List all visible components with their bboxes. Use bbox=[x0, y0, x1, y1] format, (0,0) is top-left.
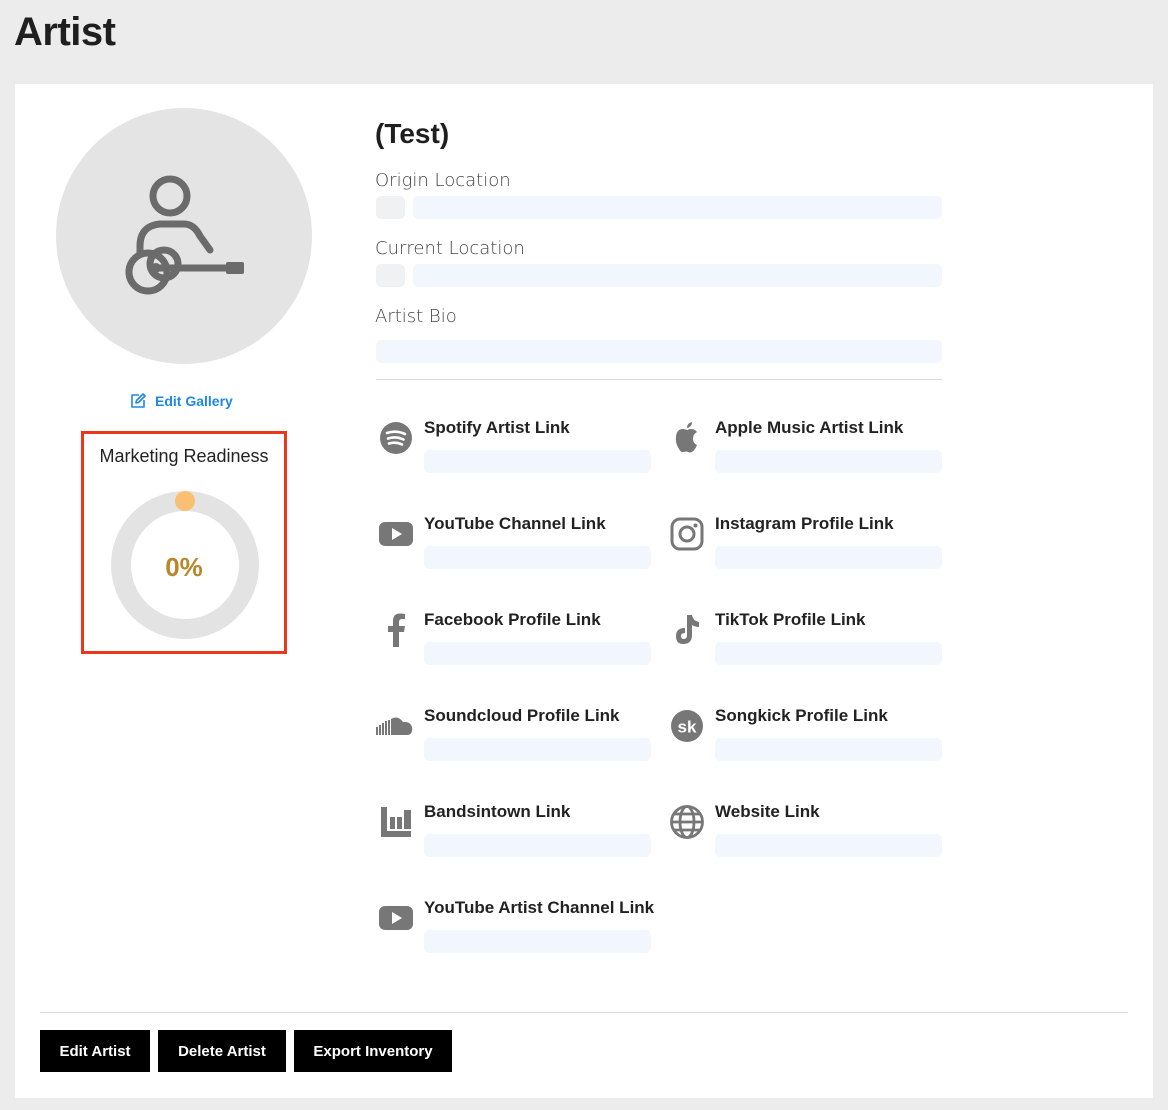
current-location-label: Current Location bbox=[375, 238, 525, 259]
songkick-link-label: Songkick Profile Link bbox=[715, 706, 888, 725]
artist-avatar bbox=[56, 108, 312, 364]
link-youtube-channel: YouTube Channel Link bbox=[376, 514, 656, 584]
guitarist-icon bbox=[125, 175, 244, 295]
pencil-icon bbox=[131, 393, 146, 408]
edit-gallery-link[interactable]: Edit Gallery bbox=[129, 392, 233, 410]
songkick-icon: sk bbox=[667, 706, 707, 746]
songkick-link-value[interactable] bbox=[715, 738, 942, 761]
facebook-link-value[interactable] bbox=[424, 642, 651, 665]
link-soundcloud: Soundcloud Profile Link bbox=[376, 706, 656, 776]
svg-text:sk: sk bbox=[678, 718, 697, 737]
tiktok-link-value[interactable] bbox=[715, 642, 942, 665]
tiktok-icon bbox=[667, 610, 707, 650]
link-youtube-artist-channel: YouTube Artist Channel Link bbox=[376, 898, 656, 968]
link-bandsintown: Bandsintown Link bbox=[376, 802, 656, 872]
website-link-label: Website Link bbox=[715, 802, 820, 821]
apple-music-link-label: Apple Music Artist Link bbox=[715, 418, 904, 437]
youtube-channel-link-label: YouTube Channel Link bbox=[424, 514, 606, 533]
youtube-channel-link-value[interactable] bbox=[424, 546, 651, 569]
instagram-link-label: Instagram Profile Link bbox=[715, 514, 894, 533]
link-songkick: sk Songkick Profile Link bbox=[667, 706, 947, 776]
spotify-link-value[interactable] bbox=[424, 450, 651, 473]
facebook-icon bbox=[376, 610, 416, 650]
readiness-knob bbox=[175, 491, 195, 511]
facebook-link-label: Facebook Profile Link bbox=[424, 610, 601, 629]
link-instagram: Instagram Profile Link bbox=[667, 514, 947, 584]
link-facebook: Facebook Profile Link bbox=[376, 610, 656, 680]
link-tiktok: TikTok Profile Link bbox=[667, 610, 947, 680]
website-link-value[interactable] bbox=[715, 834, 942, 857]
edit-gallery-label: Edit Gallery bbox=[155, 393, 233, 409]
soundcloud-link-label: Soundcloud Profile Link bbox=[424, 706, 620, 725]
artist-card: Edit Gallery Marketing Readiness 0% (Tes… bbox=[15, 84, 1153, 1098]
bandsintown-icon bbox=[376, 802, 416, 842]
bandsintown-link-label: Bandsintown Link bbox=[424, 802, 571, 821]
readiness-percent: 0% bbox=[165, 552, 203, 582]
artist-bio-value bbox=[376, 340, 942, 363]
artist-bio-label: Artist Bio bbox=[375, 306, 457, 327]
youtube-icon bbox=[376, 514, 416, 554]
delete-artist-button[interactable]: Delete Artist bbox=[158, 1030, 286, 1072]
origin-location-value bbox=[413, 196, 942, 219]
current-flag-placeholder bbox=[376, 264, 405, 287]
tiktok-link-label: TikTok Profile Link bbox=[715, 610, 866, 629]
link-apple-music: Apple Music Artist Link bbox=[667, 418, 947, 488]
youtube-artist-channel-link-value[interactable] bbox=[424, 930, 651, 953]
instagram-icon bbox=[667, 514, 707, 554]
page-title: Artist bbox=[14, 10, 116, 54]
link-spotify: Spotify Artist Link bbox=[376, 418, 656, 488]
youtube-artist-channel-link-label: YouTube Artist Channel Link bbox=[424, 898, 655, 917]
soundcloud-icon bbox=[376, 706, 416, 746]
spotify-link-label: Spotify Artist Link bbox=[424, 418, 570, 437]
section-divider bbox=[376, 379, 942, 380]
spotify-icon bbox=[376, 418, 416, 458]
origin-flag-placeholder bbox=[376, 196, 405, 219]
origin-location-label: Origin Location bbox=[375, 170, 511, 191]
link-website: Website Link bbox=[667, 802, 947, 872]
soundcloud-link-value[interactable] bbox=[424, 738, 651, 761]
marketing-readiness-title: Marketing Readiness bbox=[99, 446, 269, 466]
footer-divider bbox=[40, 1012, 1128, 1013]
apple-icon bbox=[667, 418, 707, 458]
apple-music-link-value[interactable] bbox=[715, 450, 942, 473]
globe-icon bbox=[667, 802, 707, 842]
marketing-readiness-panel: Marketing Readiness 0% bbox=[81, 431, 287, 654]
export-inventory-button[interactable]: Export Inventory bbox=[294, 1030, 452, 1072]
youtube-icon bbox=[376, 898, 416, 938]
bandsintown-link-value[interactable] bbox=[424, 834, 651, 857]
edit-artist-button[interactable]: Edit Artist bbox=[40, 1030, 150, 1072]
artist-name: (Test) bbox=[375, 118, 450, 149]
current-location-value bbox=[413, 264, 942, 287]
instagram-link-value[interactable] bbox=[715, 546, 942, 569]
